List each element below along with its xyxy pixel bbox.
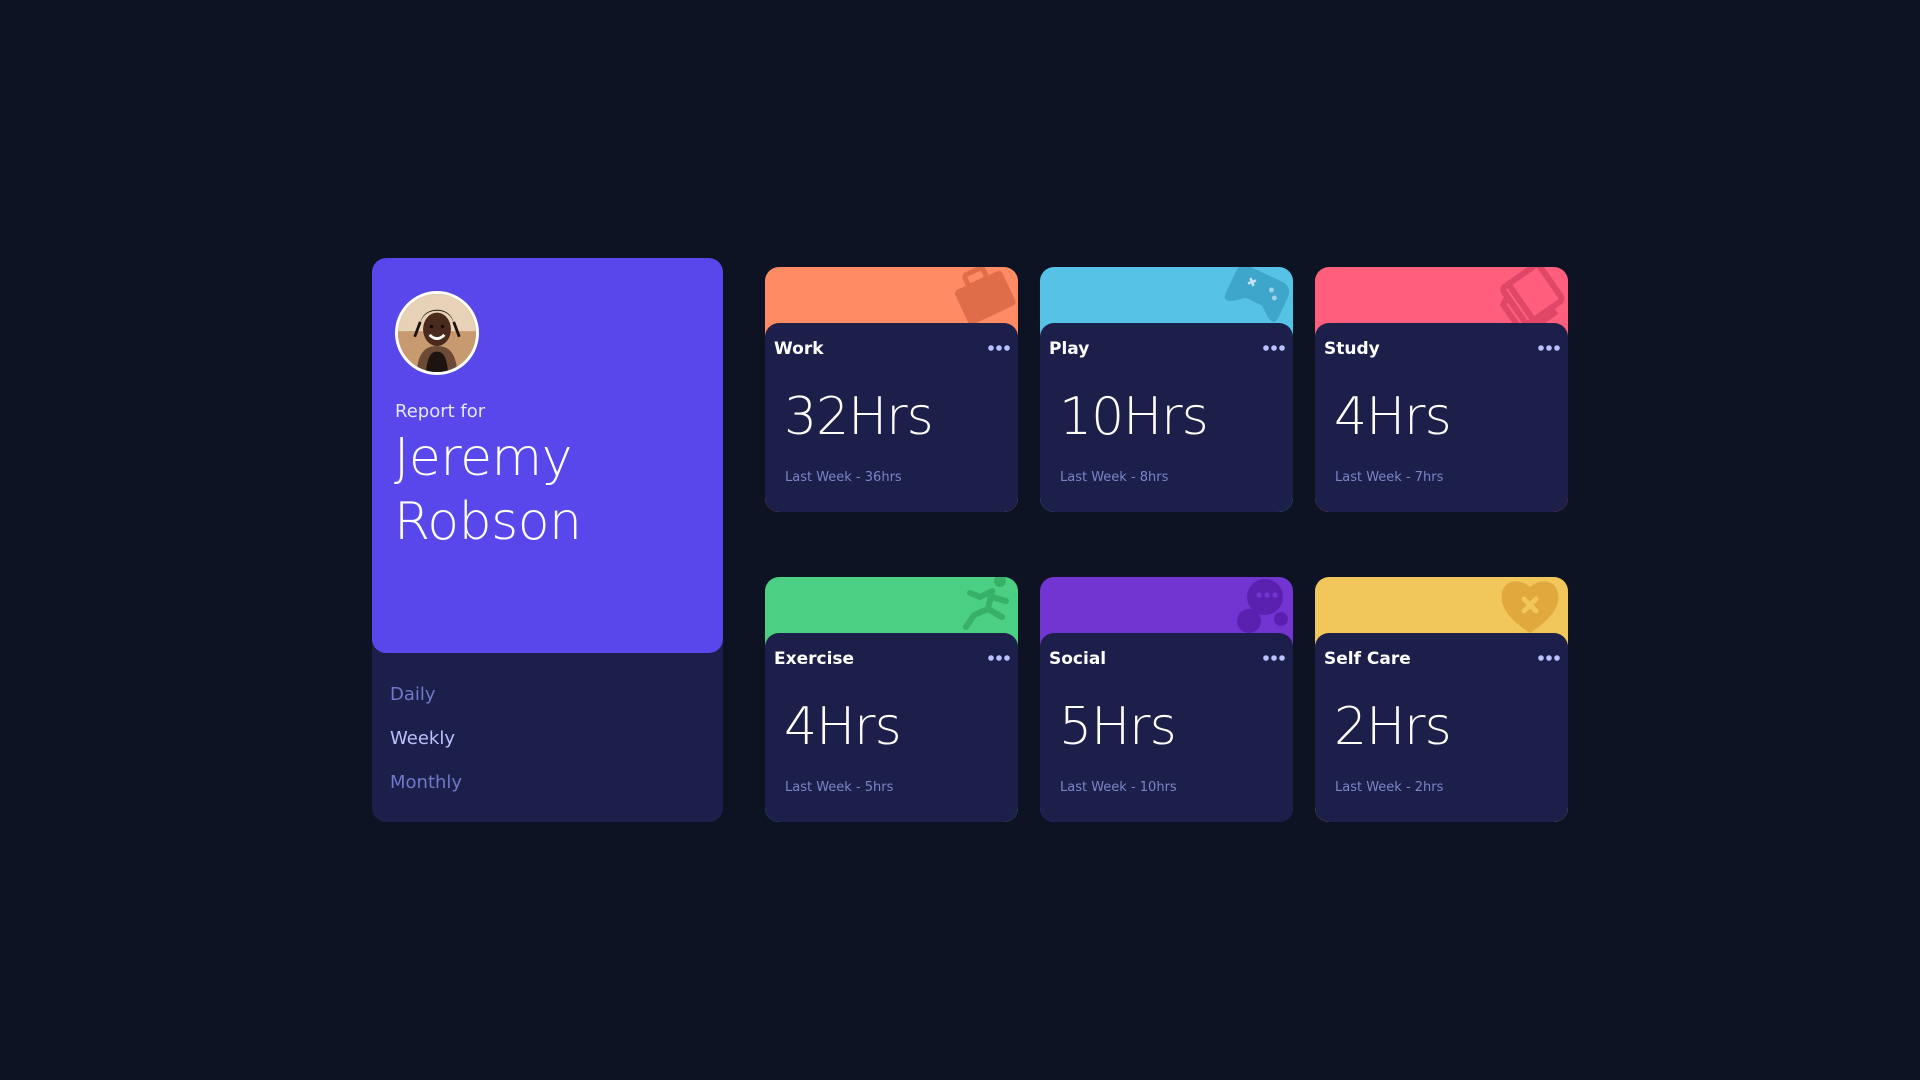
- activity-card-self-care: Self Care 2Hrs Last Week - 2hrs: [1315, 577, 1568, 822]
- runner-icon: [940, 577, 1018, 635]
- activity-card-study: Study 4Hrs Last Week - 7hrs: [1315, 267, 1568, 512]
- activity-previous: Last Week - 36hrs: [785, 470, 902, 485]
- ellipsis-icon[interactable]: [1534, 338, 1564, 358]
- activity-hours: 10Hrs: [1059, 387, 1209, 447]
- activity-card-exercise: Exercise 4Hrs Last Week - 5hrs: [765, 577, 1018, 822]
- ellipsis-icon[interactable]: [1259, 338, 1289, 358]
- activity-previous: Last Week - 5hrs: [785, 780, 894, 795]
- timeframe-monthly[interactable]: Monthly: [390, 761, 462, 805]
- activity-title: Exercise: [774, 649, 855, 669]
- book-icon: [1490, 267, 1568, 325]
- chat-icon: [1215, 577, 1293, 635]
- heart-icon: [1490, 577, 1568, 635]
- activity-title: Work: [774, 339, 824, 359]
- ellipsis-icon[interactable]: [984, 338, 1014, 358]
- activity-title: Play: [1049, 339, 1090, 359]
- activity-previous: Last Week - 2hrs: [1335, 780, 1444, 795]
- activity-previous: Last Week - 10hrs: [1060, 780, 1177, 795]
- timeframe-selector: Daily Weekly Monthly: [390, 673, 462, 805]
- activity-card-work: Work 32Hrs Last Week - 36hrs: [765, 267, 1018, 512]
- avatar: [395, 291, 479, 375]
- activity-previous: Last Week - 7hrs: [1335, 470, 1444, 485]
- timeframe-daily[interactable]: Daily: [390, 673, 436, 717]
- activity-hours: 5Hrs: [1059, 697, 1177, 757]
- timeframe-weekly[interactable]: Weekly: [390, 717, 455, 761]
- briefcase-icon: [940, 267, 1018, 325]
- activity-hours: 2Hrs: [1334, 697, 1452, 757]
- gamepad-icon: [1215, 267, 1293, 325]
- activity-hours: 4Hrs: [1334, 387, 1452, 447]
- time-tracking-dashboard: Report for Jeremy Robson Daily Weekly Mo…: [0, 0, 1920, 1080]
- activity-hours: 4Hrs: [784, 697, 902, 757]
- activity-title: Study: [1324, 339, 1380, 359]
- activity-card-body: Social 5Hrs Last Week - 10hrs: [1040, 633, 1293, 822]
- activity-card-play: Play 10Hrs Last Week - 8hrs: [1040, 267, 1293, 512]
- activity-card-body: Exercise 4Hrs Last Week - 5hrs: [765, 633, 1018, 822]
- activity-previous: Last Week - 8hrs: [1060, 470, 1169, 485]
- ellipsis-icon[interactable]: [984, 648, 1014, 668]
- activity-title: Social: [1049, 649, 1107, 669]
- activity-hours: 32Hrs: [784, 387, 934, 447]
- report-for-label: Report for: [395, 401, 486, 422]
- activity-card-social: Social 5Hrs Last Week - 10hrs: [1040, 577, 1293, 822]
- activity-title: Self Care: [1324, 649, 1411, 669]
- user-first-name: Jeremy: [394, 428, 572, 488]
- profile-header: Report for Jeremy Robson: [372, 258, 723, 653]
- activity-card-body: Play 10Hrs Last Week - 8hrs: [1040, 323, 1293, 512]
- activity-card-body: Study 4Hrs Last Week - 7hrs: [1315, 323, 1568, 512]
- activity-card-body: Self Care 2Hrs Last Week - 2hrs: [1315, 633, 1568, 822]
- ellipsis-icon[interactable]: [1259, 648, 1289, 668]
- user-last-name: Robson: [394, 492, 582, 552]
- user-name: Jeremy Robson: [394, 426, 694, 554]
- avatar-portrait-icon: [398, 294, 476, 372]
- profile-card: Report for Jeremy Robson Daily Weekly Mo…: [372, 258, 723, 822]
- activity-card-body: Work 32Hrs Last Week - 36hrs: [765, 323, 1018, 512]
- ellipsis-icon[interactable]: [1534, 648, 1564, 668]
